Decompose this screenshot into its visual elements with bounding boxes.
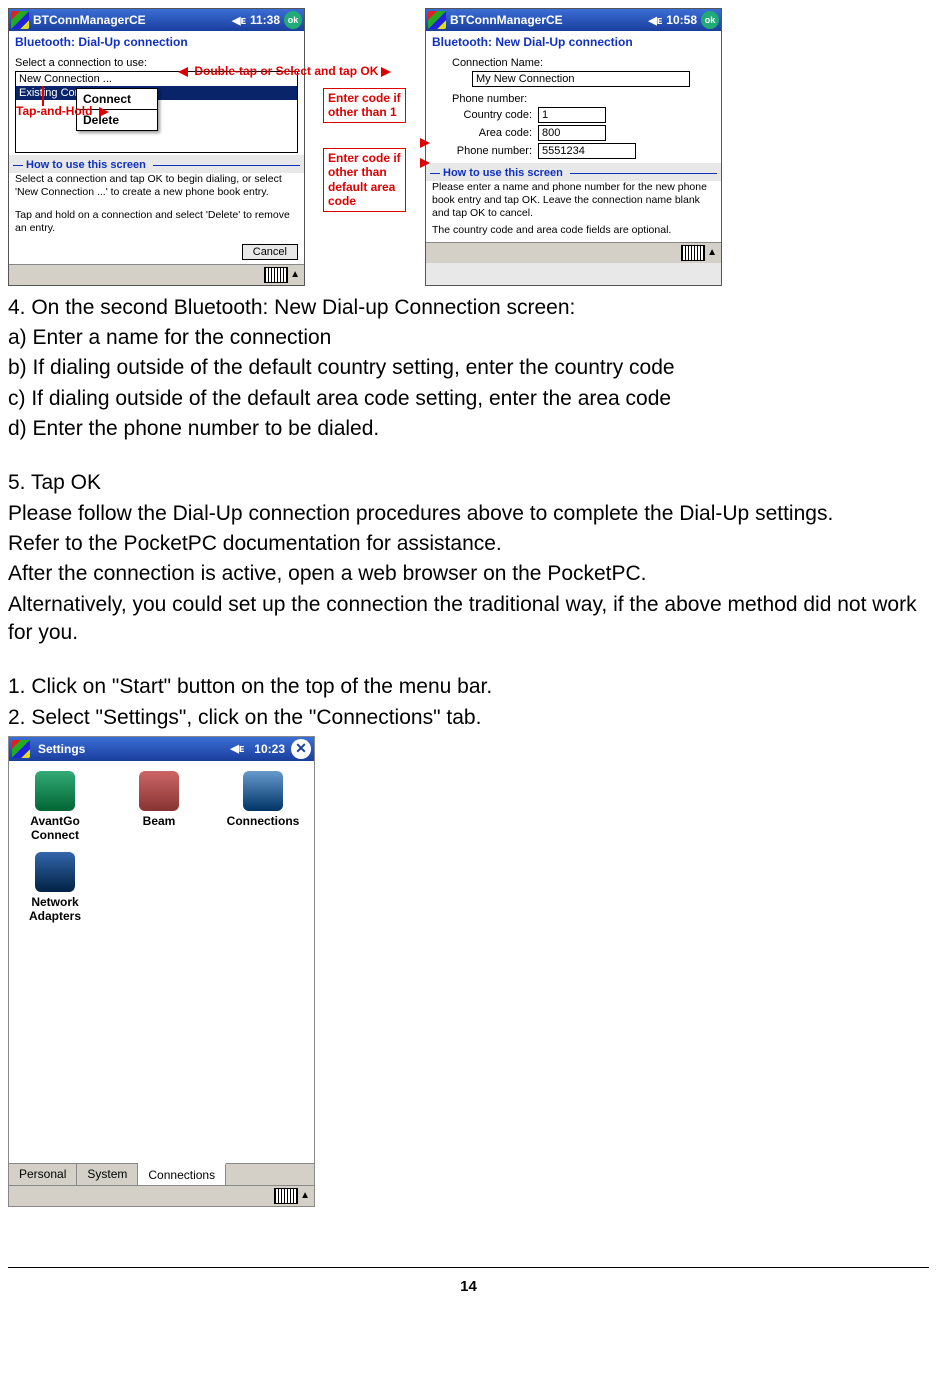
tab-system[interactable]: System: [77, 1164, 138, 1185]
icon-label: Connections: [223, 814, 303, 828]
clock: 11:38: [250, 13, 280, 27]
para-follow: Please follow the Dial-Up connection pro…: [8, 500, 929, 528]
keyboard-icon[interactable]: [681, 245, 705, 261]
network-icon: [35, 852, 75, 892]
icon-connections[interactable]: Connections: [223, 771, 303, 842]
area-code-label: Area code:: [432, 127, 538, 139]
icon-network-adapters[interactable]: Network Adapters: [15, 852, 95, 923]
connections-icon: [243, 771, 283, 811]
screen-subtitle: Bluetooth: New Dial-Up connection: [426, 31, 721, 53]
how-to-header: How to use this screen: [430, 167, 717, 179]
how-to-header: How to use this screen: [13, 159, 300, 171]
help-text-1: Please enter a name and phone number for…: [426, 181, 721, 224]
help-text-1: Select a connection and tap OK to begin …: [9, 173, 304, 203]
annotation-line: [42, 86, 44, 106]
system-bar: ▲: [9, 264, 304, 285]
windows-flag-icon: [11, 11, 29, 29]
system-bar: ▲: [426, 242, 721, 263]
annotation-country-code: Enter code if other than 1: [323, 88, 406, 123]
tab-connections[interactable]: Connections: [138, 1163, 226, 1185]
settings-icon-grid: AvantGo Connect Beam Connections Network…: [9, 761, 314, 933]
app-title: BTConnManagerCE: [450, 13, 563, 27]
step-4d: d) Enter the phone number to be dialed.: [8, 415, 929, 443]
step-5: 5. Tap OK: [8, 469, 929, 497]
windows-flag-icon: [428, 11, 446, 29]
icon-avantgo[interactable]: AvantGo Connect: [15, 771, 95, 842]
screen-subtitle: Bluetooth: Dial-Up connection: [9, 31, 304, 53]
phone-number-label: Phone number:: [432, 145, 538, 157]
arrow-icon: [420, 138, 430, 148]
up-arrow-icon[interactable]: ▲: [290, 269, 300, 280]
keyboard-icon[interactable]: [264, 267, 288, 283]
annotation-area-code: Enter code if other than default area co…: [323, 148, 406, 212]
arrow-icon: [420, 158, 430, 168]
step-4c: c) If dialing outside of the default are…: [8, 385, 929, 413]
screenshot-settings: Settings ◀ᴇ 10:23 ✕ AvantGo Connect Beam…: [8, 736, 315, 1207]
step-4b: b) If dialing outside of the default cou…: [8, 354, 929, 382]
speaker-icon: ◀ᴇ: [230, 742, 244, 755]
para-refer: Refer to the PocketPC documentation for …: [8, 530, 929, 558]
keyboard-icon[interactable]: [274, 1188, 298, 1204]
area-code-input[interactable]: 800: [538, 125, 606, 141]
step-4a: a) Enter a name for the connection: [8, 324, 929, 352]
alt-step-2: 2. Select "Settings", click on the "Conn…: [8, 704, 929, 732]
step-4-header: 4. On the second Bluetooth: New Dial-up …: [8, 294, 929, 322]
connection-name-label: Connection Name:: [432, 57, 715, 69]
blank-area: [9, 933, 314, 1163]
ok-button[interactable]: ok: [284, 11, 302, 29]
system-bar: ▲: [9, 1185, 314, 1206]
connection-listbox[interactable]: New Connection ... Existing Connection C…: [15, 71, 298, 153]
avantgo-icon: [35, 771, 75, 811]
tab-personal[interactable]: Personal: [9, 1164, 77, 1185]
titlebar: BTConnManagerCE ◀ᴇ 11:38 ok: [9, 9, 304, 31]
phone-number-input[interactable]: 5551234: [538, 143, 636, 159]
speaker-icon: ◀ᴇ: [232, 14, 246, 27]
country-code-input[interactable]: 1: [538, 107, 606, 123]
up-arrow-icon[interactable]: ▲: [707, 247, 717, 258]
tab-bar: Personal System Connections: [9, 1163, 314, 1185]
titlebar: BTConnManagerCE ◀ᴇ 10:58 ok: [426, 9, 721, 31]
icon-label: AvantGo Connect: [15, 814, 95, 842]
country-code-label: Country code:: [432, 109, 538, 121]
up-arrow-icon[interactable]: ▲: [300, 1190, 310, 1201]
para-after: After the connection is active, open a w…: [8, 560, 929, 588]
close-button[interactable]: ✕: [291, 739, 311, 759]
list-item[interactable]: New Connection ...: [16, 72, 297, 86]
app-title: Settings: [38, 742, 85, 756]
clock: 10:23: [254, 742, 285, 756]
screenshot-new-dialup: BTConnManagerCE ◀ᴇ 10:58 ok Bluetooth: N…: [425, 8, 722, 286]
icon-beam[interactable]: Beam: [119, 771, 199, 842]
cancel-button[interactable]: Cancel: [242, 244, 298, 260]
titlebar: Settings ◀ᴇ 10:23 ✕: [9, 737, 314, 761]
help-text-2: The country code and area code fields ar…: [426, 224, 721, 241]
windows-flag-icon: [12, 740, 30, 758]
speaker-icon: ◀ᴇ: [648, 14, 662, 27]
help-text-2: Tap and hold on a connection and select …: [9, 203, 304, 239]
page-number: 14: [8, 1267, 929, 1295]
app-title: BTConnManagerCE: [33, 13, 146, 27]
connection-name-input[interactable]: My New Connection: [472, 71, 690, 87]
phone-number-section-label: Phone number:: [432, 93, 715, 105]
ctx-delete[interactable]: Delete: [77, 109, 157, 130]
select-prompt: Select a connection to use:: [15, 57, 298, 69]
para-alt: Alternatively, you could set up the conn…: [8, 591, 929, 648]
ok-button[interactable]: ok: [701, 11, 719, 29]
alt-step-1: 1. Click on "Start" button on the top of…: [8, 673, 929, 701]
beam-icon: [139, 771, 179, 811]
screenshot-dialup-list: BTConnManagerCE ◀ᴇ 11:38 ok Bluetooth: D…: [8, 8, 305, 286]
context-menu: Connect Delete: [76, 88, 158, 131]
icon-label: Network Adapters: [15, 895, 95, 923]
ctx-connect[interactable]: Connect: [77, 89, 157, 109]
clock: 10:58: [666, 13, 697, 27]
icon-label: Beam: [119, 814, 199, 828]
